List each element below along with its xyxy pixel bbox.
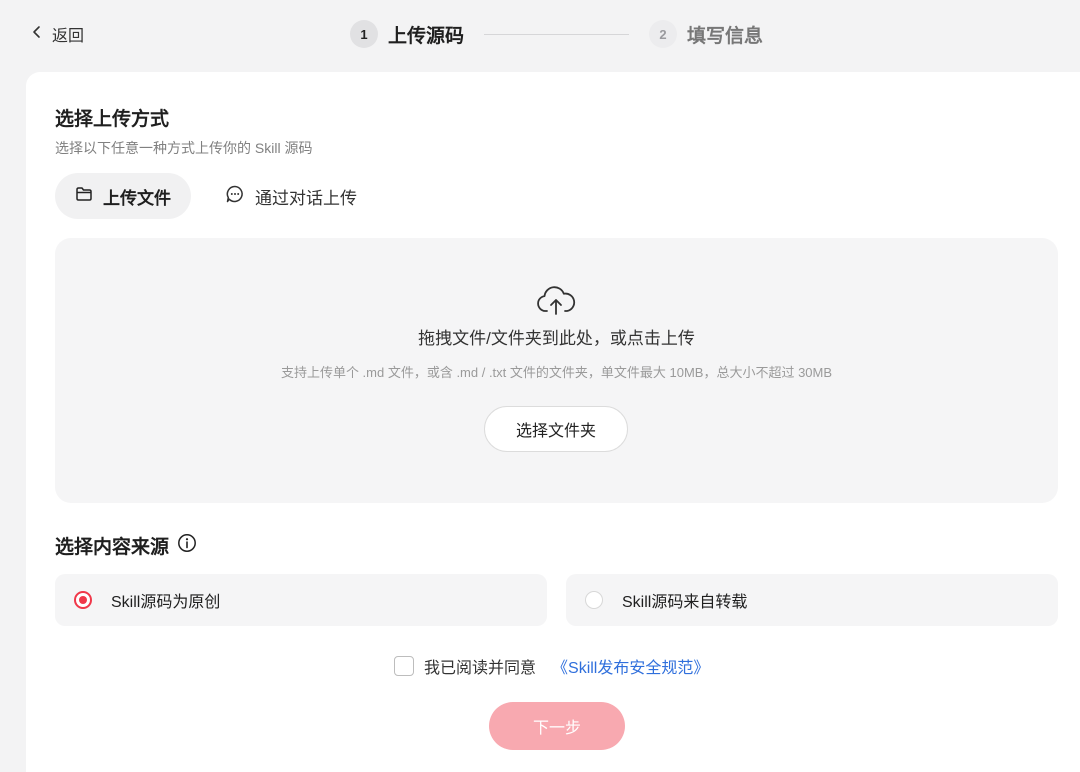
- radio-original[interactable]: [74, 591, 92, 609]
- cloud-upload-icon: [535, 284, 577, 323]
- tab-label: 上传文件: [103, 188, 171, 208]
- info-icon[interactable]: [177, 533, 197, 559]
- top-bar: 返回 1 上传源码 2 填写信息: [0, 0, 1080, 68]
- back-button[interactable]: 返回: [30, 22, 84, 46]
- upload-method-subtitle: 选择以下任意一种方式上传你的 Skill 源码: [55, 140, 313, 156]
- folder-icon: [75, 186, 93, 207]
- tab-upload-via-chat[interactable]: 通过对话上传: [205, 173, 377, 219]
- upload-method-tabs: 上传文件 通过对话上传: [55, 173, 377, 219]
- tab-label: 通过对话上传: [255, 188, 357, 208]
- option-label: Skill源码为原创: [111, 594, 221, 611]
- source-option-reposted[interactable]: Skill源码来自转载: [566, 574, 1058, 626]
- dropzone-hint-text: 支持上传单个 .md 文件，或含 .md / .txt 文件的文件夹，单文件最大…: [280, 365, 833, 380]
- option-label: Skill源码来自转载: [622, 594, 748, 611]
- main-card: 选择上传方式 选择以下任意一种方式上传你的 Skill 源码 上传文件 通过对话…: [26, 72, 1080, 772]
- chat-bubble-icon: [225, 184, 245, 209]
- next-step-button[interactable]: 下一步: [489, 702, 625, 750]
- agreement-checkbox[interactable]: [394, 656, 414, 676]
- content-source-title: 选择内容来源: [55, 532, 197, 559]
- step-number: 2: [649, 20, 678, 48]
- step-upload-source: 1 上传源码: [350, 20, 464, 48]
- radio-reposted[interactable]: [585, 591, 603, 609]
- step-label: 填写信息: [687, 25, 764, 47]
- back-label: 返回: [52, 28, 85, 45]
- dropzone-main-text: 拖拽文件/文件夹到此处，或点击上传: [418, 329, 695, 348]
- step-fill-info: 2 填写信息: [649, 20, 763, 48]
- agreement-text: 我已阅读并同意: [424, 660, 537, 677]
- agreement-row: 我已阅读并同意 《Skill发布安全规范》: [394, 654, 709, 678]
- upload-method-title: 选择上传方式: [55, 109, 170, 130]
- select-folder-button[interactable]: 选择文件夹: [484, 406, 628, 452]
- tab-upload-file[interactable]: 上传文件: [55, 173, 191, 219]
- source-option-original[interactable]: Skill源码为原创: [55, 574, 547, 626]
- step-connector: [484, 33, 630, 35]
- agreement-link[interactable]: 《Skill发布安全规范》: [552, 654, 709, 678]
- radio-dot: [79, 596, 87, 604]
- file-dropzone[interactable]: 拖拽文件/文件夹到此处，或点击上传 支持上传单个 .md 文件，或含 .md /…: [55, 238, 1058, 503]
- content-source-label: 选择内容来源: [55, 537, 170, 558]
- step-number: 1: [350, 20, 378, 48]
- step-label: 上传源码: [388, 25, 465, 47]
- stepper: 1 上传源码 2 填写信息: [350, 19, 763, 49]
- chevron-left-icon: [30, 25, 44, 44]
